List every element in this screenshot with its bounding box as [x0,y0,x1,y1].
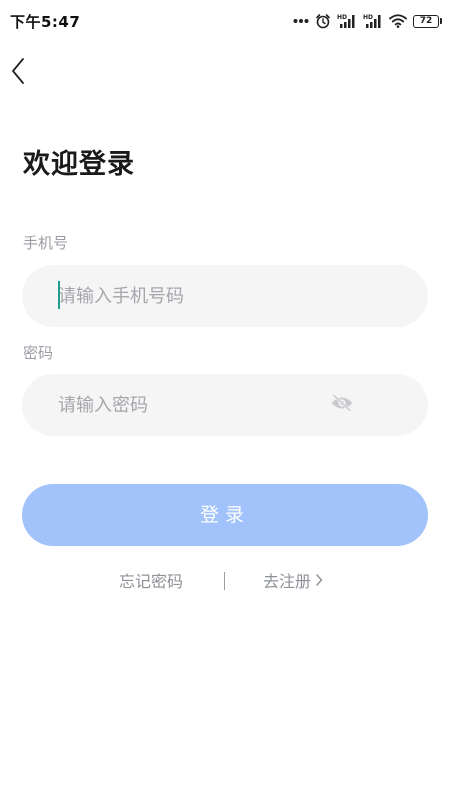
status-bar: 下午5:47 HD HD 72 [0,0,450,42]
chevron-left-icon [10,56,26,90]
wifi-icon [389,14,407,28]
battery-tip [440,18,442,24]
password-input[interactable] [58,374,358,436]
status-icons: HD HD 72 [293,13,442,29]
status-time: 下午5:47 [10,12,81,31]
register-link[interactable]: 去注册 [263,570,323,594]
forgot-password-link[interactable]: 忘记密码 [119,570,183,594]
eye-icon [330,394,354,416]
svg-text:HD: HD [363,14,373,21]
register-link-label: 去注册 [263,572,312,591]
chevron-right-icon [315,570,323,594]
phone-input[interactable] [58,265,358,327]
phone-field[interactable] [22,265,428,327]
bottom-links: 忘记密码 去注册 [0,570,450,594]
page-title: 欢迎登录 [23,149,135,180]
battery-level: 72 [413,14,439,28]
more-dots-icon [293,18,309,24]
password-label: 密码 [23,344,54,362]
hd-signal-icon: HD [363,13,383,29]
link-divider [224,572,225,590]
back-button[interactable] [2,56,34,90]
battery-icon: 72 [413,14,442,28]
text-cursor [58,281,60,309]
login-screen: 下午5:47 HD HD 72 欢迎登录 手机号 请输入手机号码 密码 登录 忘… [0,0,450,800]
hd-signal-icon: HD [337,13,357,29]
login-button[interactable]: 登录 [22,484,428,546]
phone-label: 手机号 [23,234,69,252]
password-visibility-toggle[interactable] [330,394,354,416]
svg-text:HD: HD [337,14,347,21]
alarm-icon [315,13,331,29]
password-field[interactable] [22,374,428,436]
